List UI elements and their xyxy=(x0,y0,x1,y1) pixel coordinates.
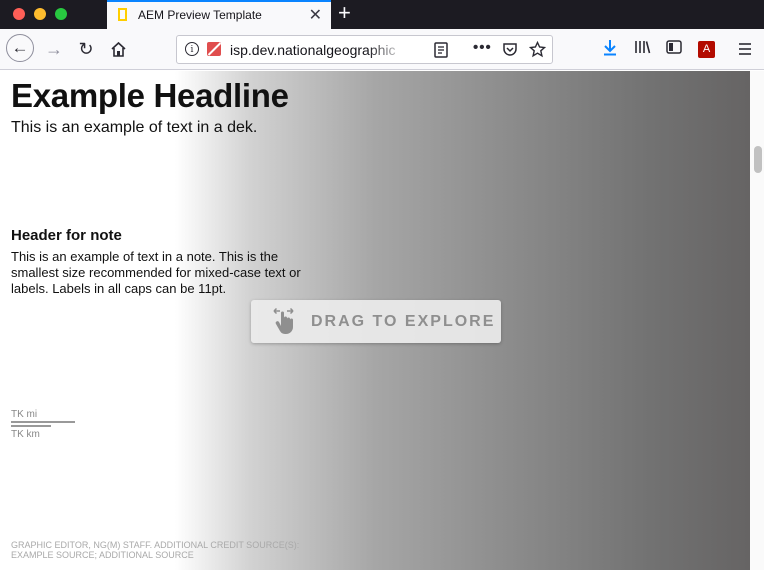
scrollbar-thumb[interactable] xyxy=(754,146,762,173)
autoplay-blocked-icon[interactable] xyxy=(207,42,221,56)
natgeo-favicon-icon xyxy=(118,8,127,21)
scale-km-label: TK km xyxy=(11,429,40,440)
window-minimize-button[interactable] xyxy=(34,8,46,20)
hamburger-menu-icon[interactable] xyxy=(738,42,752,56)
url-fade xyxy=(367,38,407,60)
library-icon[interactable] xyxy=(634,39,651,55)
navigation-toolbar: ← → ↻ i isp.dev.nationalgeographic ••• A xyxy=(0,29,764,70)
reader-view-icon[interactable] xyxy=(434,42,449,58)
dek: This is an example of text in a dek. xyxy=(11,119,258,136)
site-info-icon[interactable]: i xyxy=(185,42,199,56)
interactive-graphic[interactable]: Example Headline This is an example of t… xyxy=(0,71,750,570)
tab-bar: AEM Preview Template ✕ + xyxy=(0,0,764,29)
drag-label: DRAG TO EXPLORE xyxy=(311,313,496,330)
drag-hand-icon xyxy=(273,307,294,334)
headline: Example Headline xyxy=(11,77,289,114)
scale-miles-bar xyxy=(11,421,75,423)
window-close-button[interactable] xyxy=(13,8,25,20)
page-actions-icon[interactable]: ••• xyxy=(473,39,492,56)
window-maximize-button[interactable] xyxy=(55,8,67,20)
active-tab[interactable]: AEM Preview Template ✕ xyxy=(107,0,331,29)
tab-title: AEM Preview Template xyxy=(138,8,262,22)
home-icon xyxy=(110,41,126,57)
url-bar[interactable]: i isp.dev.nationalgeographic ••• xyxy=(176,35,553,64)
bookmark-star-icon[interactable] xyxy=(529,41,546,58)
credit-line: GRAPHIC EDITOR, NG(M) STAFF. ADDITIONAL … xyxy=(11,540,300,560)
drag-to-explore-button[interactable]: DRAG TO EXPLORE xyxy=(251,300,501,343)
new-tab-button[interactable]: + xyxy=(338,0,351,26)
pocket-icon[interactable] xyxy=(502,42,518,58)
note-text: This is an example of text in a note. Th… xyxy=(11,249,301,296)
forward-button[interactable]: → xyxy=(39,34,69,64)
scale-km-bar xyxy=(11,425,51,427)
scale-miles-label: TK mi xyxy=(11,409,38,420)
arrow-left-icon: ← xyxy=(11,38,29,57)
arrow-right-icon: → xyxy=(45,38,63,59)
reload-icon: ↻ xyxy=(78,38,94,59)
map-scale: TK mi TK km xyxy=(11,407,81,440)
back-button[interactable]: ← xyxy=(6,34,34,62)
tab-close-icon[interactable]: ✕ xyxy=(309,5,322,25)
reload-button[interactable]: ↻ xyxy=(71,34,101,64)
sidebar-icon[interactable] xyxy=(666,39,682,55)
acrobat-icon[interactable]: A xyxy=(698,41,715,58)
home-button[interactable] xyxy=(103,34,133,64)
download-icon[interactable] xyxy=(602,39,618,56)
note-header: Header for note xyxy=(11,227,122,244)
